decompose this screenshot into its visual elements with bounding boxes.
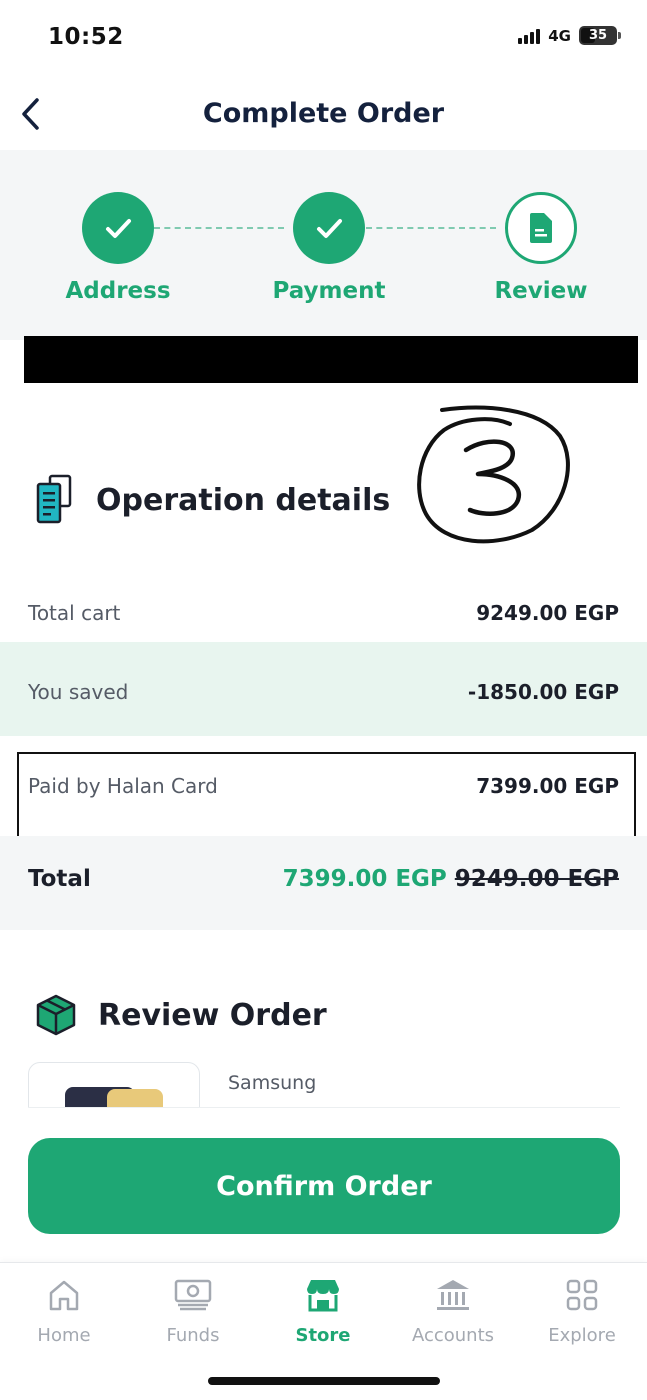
product-brand: Samsung [228, 1072, 317, 1094]
operation-details-header: Operation details [36, 474, 390, 526]
nav-label: Home [37, 1325, 91, 1346]
step-address: Address [38, 192, 198, 304]
status-indicators: 4G 35 [518, 26, 621, 45]
network-type: 4G [548, 26, 571, 45]
store-icon [307, 1280, 339, 1312]
nav-label: Explore [548, 1325, 616, 1346]
saved-row: You saved -1850.00 EGP [0, 642, 647, 736]
nav-item-funds[interactable]: Funds [138, 1275, 248, 1346]
step-review-circle [505, 192, 577, 264]
status-bar: 10:52 4G 35 [0, 0, 647, 78]
row-label: Total cart [28, 601, 121, 625]
highlight-frame [17, 752, 636, 840]
document-icon [530, 213, 552, 243]
row-value: -1850.00 EGP [467, 680, 619, 704]
total-value: 7399.00 EGP [282, 866, 447, 892]
receipt-icon [36, 474, 72, 524]
step-payment-circle [293, 192, 365, 264]
battery-level: 35 [588, 28, 608, 43]
status-time: 10:52 [48, 24, 124, 50]
redacted-block [24, 336, 638, 383]
cash-icon [174, 1279, 212, 1311]
total-label: Total [28, 866, 91, 892]
signal-icon [518, 28, 541, 44]
total-values: 7399.00 EGP 9249.00 EGP [283, 866, 619, 892]
step-label: Payment [272, 278, 386, 304]
section-title: Review Order [98, 997, 327, 1033]
step-address-circle [82, 192, 154, 264]
row-value: 9249.00 EGP [476, 601, 619, 625]
order-stepper: Address Payment Review [0, 150, 647, 340]
step-label: Review [494, 278, 588, 304]
nav-item-store[interactable]: Store [268, 1275, 378, 1346]
battery-icon: 35 [579, 26, 621, 45]
step-payment: Payment [249, 192, 409, 304]
nav-label: Funds [166, 1325, 220, 1346]
home-indicator [208, 1377, 440, 1385]
nav-item-explore[interactable]: Explore [527, 1275, 637, 1346]
product-item[interactable]: Samsung [28, 1062, 620, 1108]
nav-item-accounts[interactable]: Accounts [398, 1275, 508, 1346]
section-title: Operation details [96, 482, 391, 518]
original-total-value: 9249.00 EGP [454, 866, 619, 892]
handdrawn-annotation [417, 405, 570, 544]
header: Complete Order [0, 78, 647, 150]
bank-icon [437, 1280, 469, 1310]
home-icon [49, 1280, 79, 1311]
box-icon [36, 994, 76, 1036]
nav-label: Accounts [411, 1325, 495, 1346]
review-order-header: Review Order [36, 994, 327, 1036]
confirm-order-button[interactable]: Confirm Order [28, 1138, 620, 1234]
row-label: You saved [28, 680, 129, 704]
nav-item-home[interactable]: Home [9, 1275, 119, 1346]
check-icon [317, 219, 342, 238]
page-title: Complete Order [202, 98, 445, 129]
total-row: Total 7399.00 EGP 9249.00 EGP [0, 836, 647, 930]
step-review: Review [461, 192, 621, 304]
check-icon [106, 219, 131, 238]
nav-label: Store [295, 1325, 351, 1346]
product-image [28, 1062, 200, 1107]
step-label: Address [65, 278, 171, 304]
grid-icon [566, 1279, 598, 1311]
